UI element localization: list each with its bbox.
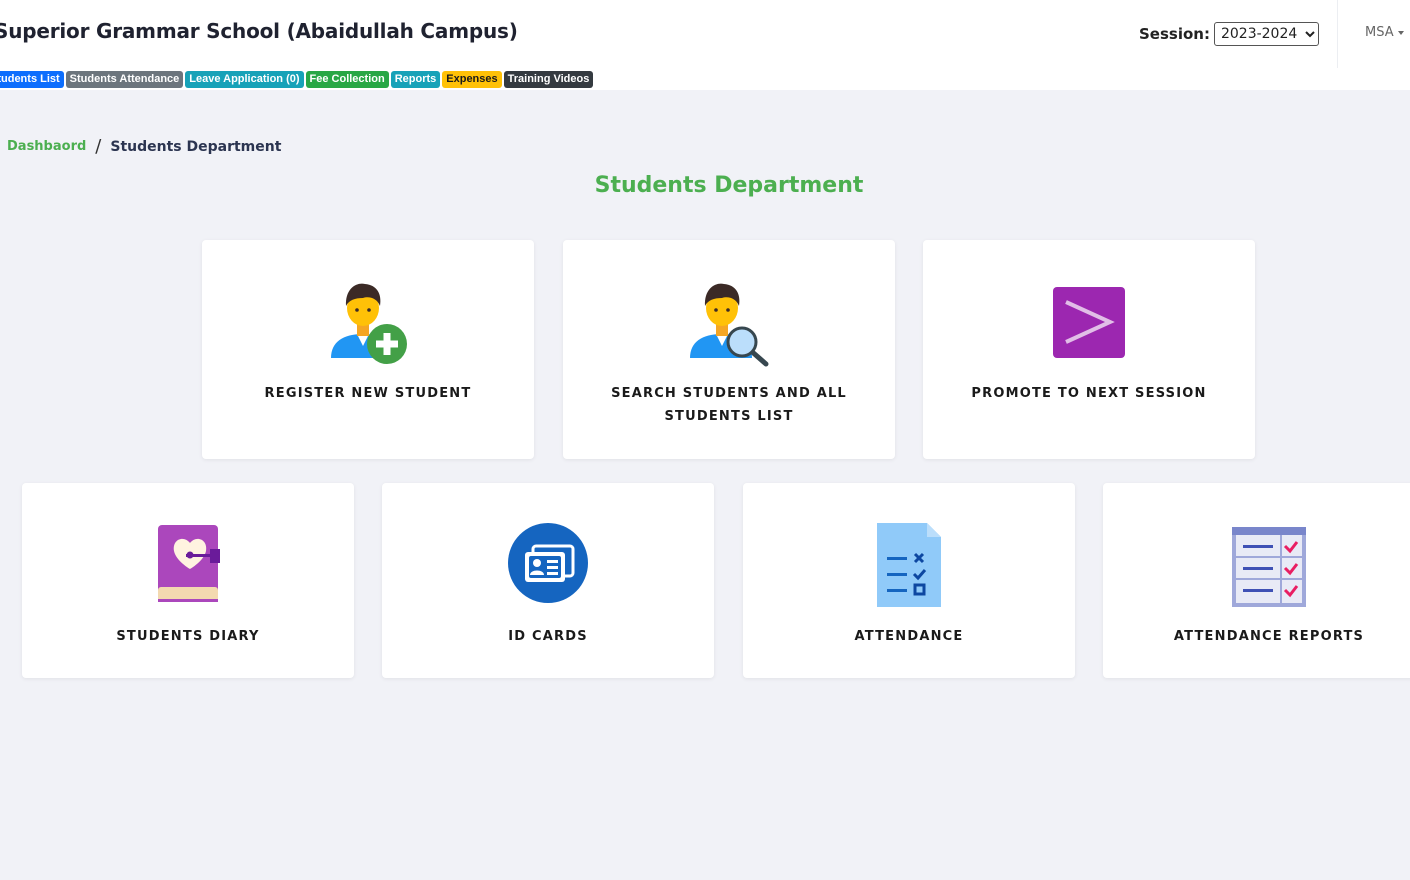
- session-select[interactable]: 2023-2024: [1213, 22, 1319, 46]
- attendance-icon: [867, 521, 951, 611]
- nav-reports[interactable]: Reports: [390, 71, 441, 88]
- nav-expenses[interactable]: Expenses: [442, 71, 502, 88]
- breadcrumb: Dashbaord / Students Department: [7, 136, 281, 157]
- nav-students-list[interactable]: Students List: [0, 71, 64, 88]
- card-label: PROMOTE TO NEXT SESSION: [971, 386, 1207, 401]
- promote-icon: [1048, 278, 1130, 368]
- user-name: MSA: [1365, 25, 1394, 40]
- breadcrumb-current: Students Department: [110, 138, 282, 155]
- card-students-diary[interactable]: STUDENTS DIARY: [22, 483, 354, 678]
- breadcrumb-separator: /: [95, 136, 102, 157]
- user-menu[interactable]: MSA: [1365, 25, 1404, 40]
- card-register-new-student[interactable]: REGISTER NEW STUDENT: [202, 240, 534, 459]
- top-header: Superior Grammar School (Abaidullah Camp…: [0, 0, 1410, 90]
- card-attendance-reports[interactable]: ATTENDANCE REPORTS: [1103, 483, 1410, 678]
- card-attendance[interactable]: ATTENDANCE: [743, 483, 1075, 678]
- card-search-students[interactable]: SEARCH STUDENTS AND ALL STUDENTS LIST: [563, 240, 895, 459]
- card-label: SEARCH STUDENTS AND ALL STUDENTS LIST: [611, 386, 847, 424]
- main-nav: Students List Students Attendance Leave …: [0, 71, 594, 88]
- nav-fee-collection[interactable]: Fee Collection: [305, 71, 389, 88]
- nav-leave-application[interactable]: Leave Application (0): [185, 71, 304, 88]
- card-label: REGISTER NEW STUDENT: [264, 386, 472, 401]
- card-label: ATTENDANCE: [854, 629, 964, 644]
- card-id-cards[interactable]: ID CARDS: [382, 483, 714, 678]
- caret-down-icon: [1397, 30, 1404, 35]
- session-label: Session:: [1139, 25, 1210, 43]
- card-promote-next-session[interactable]: PROMOTE TO NEXT SESSION: [923, 240, 1255, 459]
- nav-students-attendance[interactable]: Students Attendance: [65, 71, 184, 88]
- card-label: ID CARDS: [508, 629, 588, 644]
- card-label: STUDENTS DIARY: [116, 629, 260, 644]
- card-label: ATTENDANCE REPORTS: [1173, 629, 1365, 644]
- nav-training-videos[interactable]: Training Videos: [503, 71, 594, 88]
- id-card-icon: [506, 521, 590, 611]
- diary-icon: [146, 521, 230, 611]
- school-name: Superior Grammar School (Abaidullah Camp…: [0, 19, 518, 43]
- breadcrumb-dashboard-link[interactable]: Dashbaord: [7, 139, 86, 154]
- attendance-report-icon: [1227, 521, 1311, 611]
- student-add-icon: [327, 278, 409, 368]
- session-selector: Session: 2023-2024: [1139, 22, 1319, 46]
- student-search-icon: [688, 278, 770, 368]
- header-divider: [1337, 0, 1338, 68]
- page-title: Students Department: [594, 173, 864, 198]
